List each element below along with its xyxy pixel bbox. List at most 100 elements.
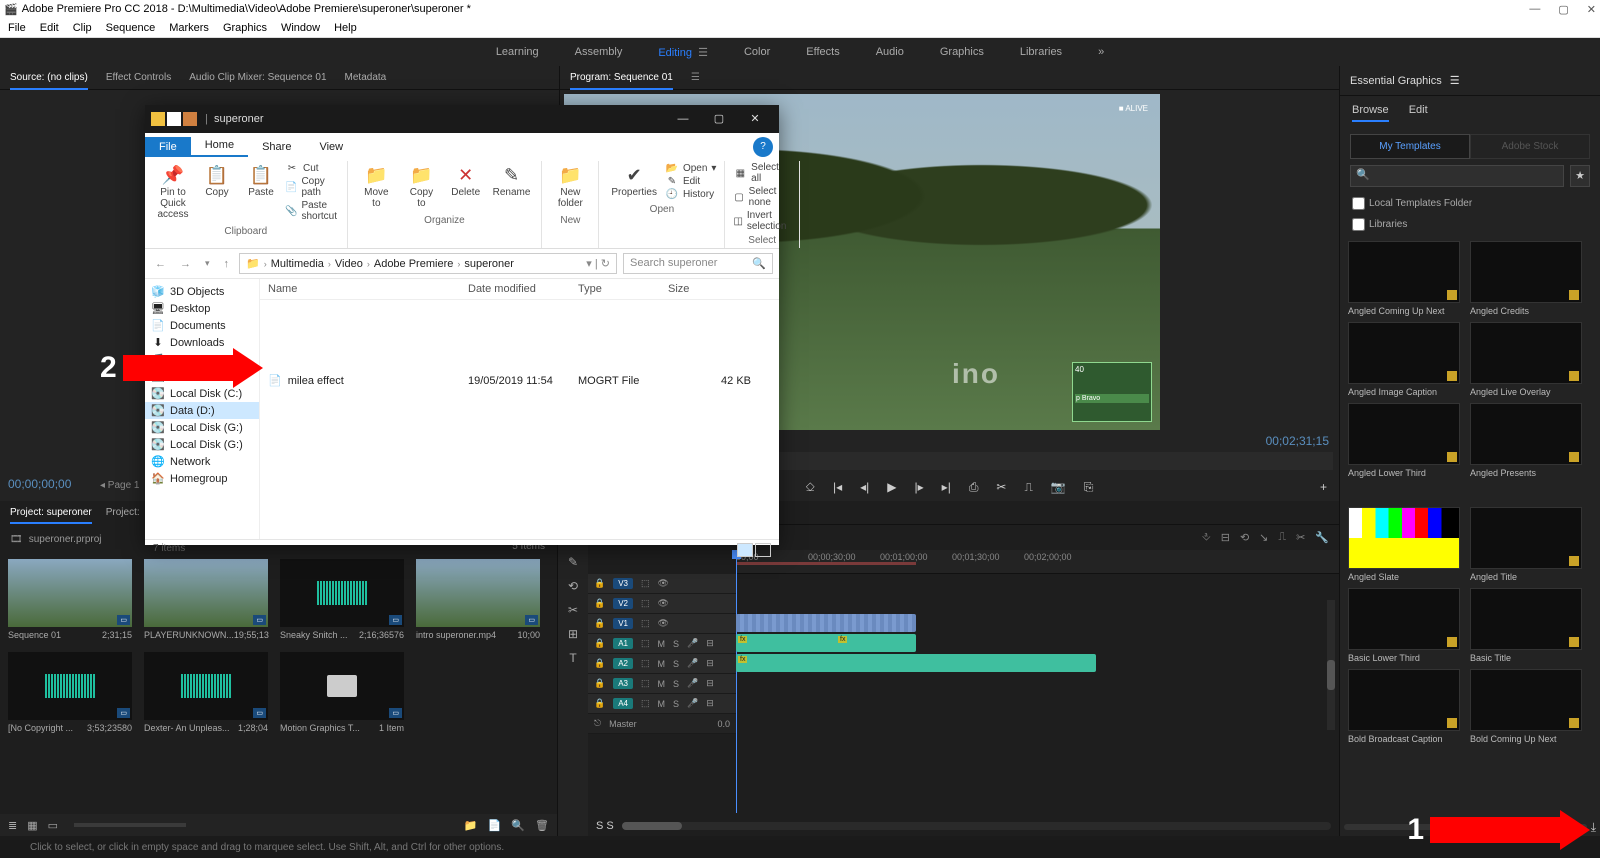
view-large-icon[interactable] bbox=[755, 543, 771, 557]
nav-up-icon[interactable]: ↑ bbox=[220, 256, 234, 272]
col-type[interactable]: Type bbox=[570, 279, 660, 299]
eg-template-thumb[interactable] bbox=[1470, 241, 1582, 303]
menu-file[interactable]: File bbox=[8, 22, 26, 34]
menu-markers[interactable]: Markers bbox=[169, 22, 209, 34]
explorer-close-button[interactable]: ✕ bbox=[737, 105, 773, 133]
tl-icon-7[interactable]: 🔧 bbox=[1315, 531, 1329, 544]
ribbon-cut-button[interactable]: ✂Cut bbox=[283, 162, 341, 175]
tab-effect-controls[interactable]: Effect Controls bbox=[106, 72, 171, 83]
tree-node[interactable]: 💽Local Disk (G:) bbox=[145, 436, 259, 453]
ribbon-invert-button[interactable]: ◫Invert selection bbox=[731, 209, 792, 233]
project-new-bin-icon[interactable]: 📁 bbox=[464, 819, 478, 832]
audio-track-header[interactable]: 🔒A4⬚MS🎤⊟ bbox=[588, 694, 736, 714]
ws-color[interactable]: Color bbox=[744, 46, 770, 58]
tl-icon-1[interactable]: ⎀ bbox=[1202, 531, 1211, 544]
tab-audio-clip-mixer[interactable]: Audio Clip Mixer: Sequence 01 bbox=[189, 72, 326, 83]
tool-type-icon[interactable]: T bbox=[569, 651, 576, 665]
view-details-icon[interactable] bbox=[737, 543, 753, 557]
eg-template-thumb[interactable] bbox=[1470, 669, 1582, 731]
ws-graphics[interactable]: Graphics bbox=[940, 46, 984, 58]
audio-clip[interactable]: fx bbox=[736, 654, 1096, 672]
project-list-view-icon[interactable]: ≣ bbox=[8, 819, 17, 832]
col-date[interactable]: Date modified bbox=[460, 279, 570, 299]
project-clip-thumb[interactable]: ▭ bbox=[144, 559, 268, 627]
eg-template-thumb[interactable] bbox=[1470, 507, 1582, 569]
transport-step-fwd-icon[interactable]: |▸ bbox=[915, 480, 924, 495]
project-clip-thumb[interactable]: ▭ bbox=[8, 652, 132, 720]
ribbon-delete-button[interactable]: ✕Delete bbox=[444, 161, 488, 213]
ribbon-move-button[interactable]: 📁Move to bbox=[354, 161, 400, 213]
eg-template-thumb[interactable] bbox=[1348, 322, 1460, 384]
ribbon-copyto-button[interactable]: 📁Copy to bbox=[399, 161, 444, 213]
tab-source[interactable]: Source: (no clips) bbox=[10, 72, 88, 90]
transport-play-icon[interactable]: ▶ bbox=[887, 480, 896, 495]
file-explorer-window[interactable]: | superoner — ▢ ✕ File Home Share View ?… bbox=[145, 105, 779, 545]
tree-node[interactable]: 🧊3D Objects bbox=[145, 283, 259, 300]
ribbon-new-folder-button[interactable]: 📁New folder bbox=[548, 161, 592, 213]
tl-icon-5[interactable]: ⎍ bbox=[1278, 531, 1286, 544]
tree-node[interactable]: 💽Local Disk (C:) bbox=[145, 385, 259, 402]
crumb[interactable]: Adobe Premiere bbox=[374, 258, 454, 270]
ribbon-paste-button[interactable]: 📋Paste bbox=[239, 161, 283, 224]
project-delete-icon[interactable]: 🗑 bbox=[535, 819, 549, 832]
ws-learning[interactable]: Learning bbox=[496, 46, 539, 58]
ribbon-select-all-button[interactable]: ▦Select all bbox=[731, 161, 792, 185]
explorer-titlebar[interactable]: | superoner — ▢ ✕ bbox=[145, 105, 779, 133]
timeline-hscroll[interactable] bbox=[622, 822, 1331, 830]
eg-tab-edit[interactable]: Edit bbox=[1409, 104, 1428, 122]
audio-clip[interactable] bbox=[921, 654, 941, 672]
tree-node[interactable]: 📄Documents bbox=[145, 317, 259, 334]
transport-go-in-icon[interactable]: |◂ bbox=[833, 480, 842, 495]
transport-compare-icon[interactable]: ⎘ bbox=[1084, 480, 1094, 495]
ws-overflow[interactable]: » bbox=[1098, 46, 1104, 58]
eg-template-thumb[interactable] bbox=[1348, 588, 1460, 650]
eg-install-template-icon[interactable]: ⤓ bbox=[1591, 820, 1596, 835]
project-freeform-icon[interactable]: ▭ bbox=[48, 819, 58, 832]
eg-favorites-button[interactable]: ★ bbox=[1570, 165, 1590, 187]
menu-window[interactable]: Window bbox=[281, 22, 320, 34]
tree-node[interactable]: 🎵Music bbox=[145, 351, 259, 368]
ws-assembly[interactable]: Assembly bbox=[575, 46, 623, 58]
tree-node[interactable]: 🌐Network bbox=[145, 453, 259, 470]
tl-icon-4[interactable]: ↘ bbox=[1259, 531, 1268, 544]
transport-extract-icon[interactable]: ✂ bbox=[996, 480, 1006, 495]
nav-back-icon[interactable]: ← bbox=[151, 256, 170, 272]
tab-project[interactable]: Project: superoner bbox=[10, 507, 92, 524]
track-body[interactable]: fx fx fx bbox=[736, 574, 1339, 734]
ribbon-history-button[interactable]: 🕘History bbox=[663, 188, 719, 201]
video-track-header[interactable]: 🔒V3⬚👁 bbox=[588, 574, 736, 594]
ribbon-properties-button[interactable]: ✔Properties bbox=[605, 161, 663, 202]
transport-marker-icon[interactable]: ⎐ bbox=[806, 480, 815, 495]
audio-track-header[interactable]: 🔒A2⬚MS🎤⊟ bbox=[588, 654, 736, 674]
eg-template-thumb[interactable] bbox=[1470, 322, 1582, 384]
eg-tab-browse[interactable]: Browse bbox=[1352, 104, 1389, 122]
project-icon-view-icon[interactable]: ▦ bbox=[27, 819, 37, 832]
project-find-icon[interactable]: 🔍 bbox=[511, 819, 525, 832]
tree-node[interactable]: 🖼Pictur bbox=[145, 368, 259, 385]
transport-step-back-icon[interactable]: ◂| bbox=[860, 480, 869, 495]
ribbon-copy-button[interactable]: 📋Copy bbox=[195, 161, 239, 224]
eg-template-thumb[interactable] bbox=[1470, 403, 1582, 465]
tl-icon-6[interactable]: ✂ bbox=[1296, 531, 1305, 544]
crumb[interactable]: Video bbox=[335, 258, 363, 270]
eg-template-thumb[interactable] bbox=[1470, 588, 1582, 650]
audio-track-header[interactable]: 🔒A3⬚MS🎤⊟ bbox=[588, 674, 736, 694]
transport-camera-icon[interactable]: 📷 bbox=[1051, 480, 1066, 495]
ws-editing[interactable]: Editing ☰ bbox=[658, 46, 708, 59]
ribbon-select-none-button[interactable]: ▢Select none bbox=[731, 185, 792, 209]
eg-template-thumb[interactable] bbox=[1348, 403, 1460, 465]
tab-project-2[interactable]: Project: bbox=[106, 507, 140, 524]
ribbon-rename-button[interactable]: ✎Rename bbox=[488, 161, 536, 213]
eg-template-thumb[interactable] bbox=[1348, 241, 1460, 303]
crumb[interactable]: Multimedia bbox=[271, 258, 324, 270]
eg-local-folder-check[interactable]: Local Templates Folder bbox=[1352, 198, 1472, 209]
col-name[interactable]: Name bbox=[260, 279, 460, 299]
ws-audio[interactable]: Audio bbox=[876, 46, 904, 58]
window-max-button[interactable]: ▢ bbox=[1558, 3, 1568, 16]
tree-node[interactable]: ⬇Downloads bbox=[145, 334, 259, 351]
eg-zoom-slider[interactable] bbox=[1344, 824, 1587, 830]
explorer-tab-file[interactable]: File bbox=[145, 137, 191, 157]
transport-go-out-icon[interactable]: ▸| bbox=[942, 480, 951, 495]
menu-help[interactable]: Help bbox=[334, 22, 357, 34]
eg-my-templates-button[interactable]: My Templates bbox=[1350, 134, 1470, 159]
